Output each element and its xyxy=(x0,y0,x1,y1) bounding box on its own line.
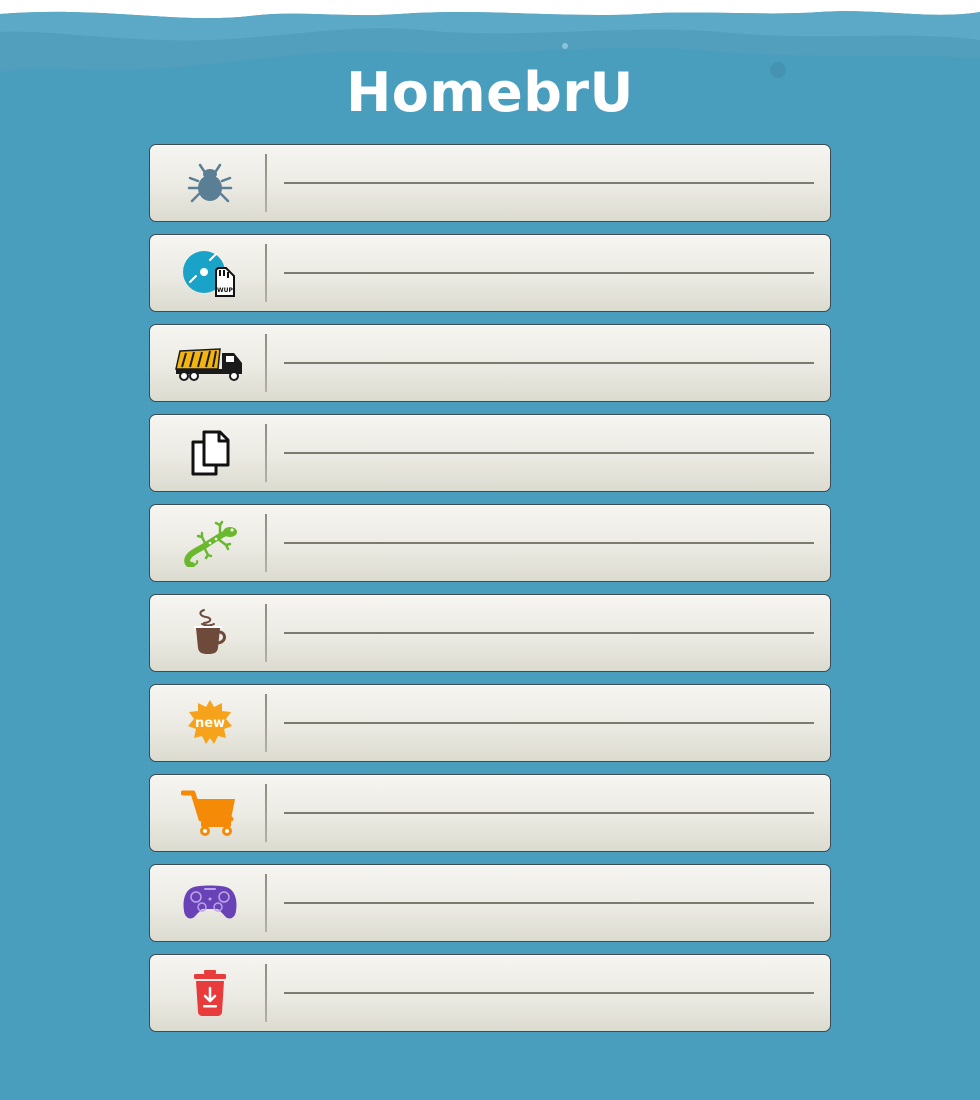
menu-item-gamepad[interactable] xyxy=(149,864,831,942)
menu-item-coffee[interactable] xyxy=(149,594,831,672)
copy-files-icon xyxy=(168,424,252,482)
item-label xyxy=(284,441,814,461)
item-divider xyxy=(265,334,267,392)
item-placeholder-line xyxy=(284,452,814,454)
item-divider xyxy=(265,424,267,482)
item-placeholder-line xyxy=(284,632,814,634)
item-placeholder-line xyxy=(284,542,814,544)
bug-icon xyxy=(168,154,252,212)
item-placeholder-line xyxy=(284,992,814,994)
item-divider xyxy=(265,244,267,302)
truck-icon xyxy=(168,334,252,392)
coffee-cup-icon xyxy=(168,604,252,662)
item-label xyxy=(284,261,814,281)
homebrew-menu: WUP new xyxy=(149,144,831,1044)
menu-item-uninstall[interactable] xyxy=(149,954,831,1032)
item-divider xyxy=(265,604,267,662)
item-divider xyxy=(265,964,267,1022)
gecko-icon xyxy=(168,514,252,572)
svg-text:new: new xyxy=(195,716,225,731)
item-label xyxy=(284,351,814,371)
item-label xyxy=(284,171,814,191)
item-divider xyxy=(265,694,267,752)
item-label xyxy=(284,711,814,731)
item-divider xyxy=(265,874,267,932)
new-badge-icon: new xyxy=(168,694,252,752)
item-divider xyxy=(265,154,267,212)
menu-item-disc[interactable]: WUP xyxy=(149,234,831,312)
item-placeholder-line xyxy=(284,272,814,274)
item-placeholder-line xyxy=(284,722,814,724)
svg-text:WUP: WUP xyxy=(217,287,233,294)
gamepad-icon xyxy=(168,874,252,932)
trash-download-icon xyxy=(168,964,252,1022)
item-placeholder-line xyxy=(284,812,814,814)
item-label xyxy=(284,801,814,821)
menu-item-bug[interactable] xyxy=(149,144,831,222)
item-label xyxy=(284,891,814,911)
item-placeholder-line xyxy=(284,182,814,184)
menu-item-truck[interactable] xyxy=(149,324,831,402)
item-placeholder-line xyxy=(284,362,814,364)
menu-item-copy[interactable] xyxy=(149,414,831,492)
shopping-cart-icon xyxy=(168,784,252,842)
page-title: HomebrU xyxy=(346,61,634,124)
menu-item-shop[interactable] xyxy=(149,774,831,852)
item-placeholder-line xyxy=(284,902,814,904)
disc-sd-card-icon: WUP xyxy=(168,244,252,302)
item-divider xyxy=(265,784,267,842)
item-label xyxy=(284,621,814,641)
menu-item-new[interactable]: new xyxy=(149,684,831,762)
item-divider xyxy=(265,514,267,572)
item-label xyxy=(284,981,814,1001)
item-label xyxy=(284,531,814,551)
menu-item-gecko[interactable] xyxy=(149,504,831,582)
